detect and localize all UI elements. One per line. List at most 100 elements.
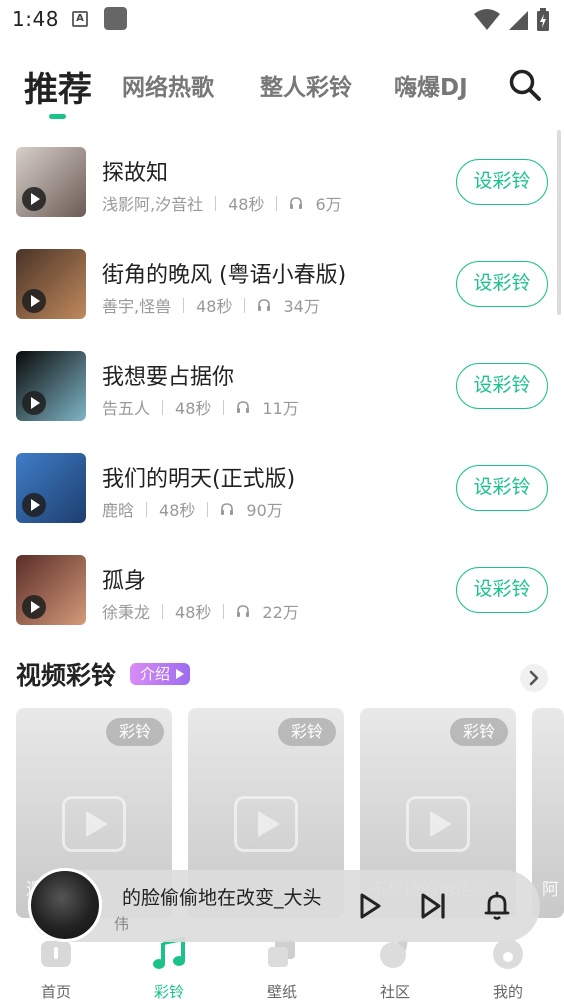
divider <box>223 603 225 619</box>
play-icon[interactable] <box>22 595 46 619</box>
video-placeholder-icon <box>406 796 470 852</box>
divider <box>207 501 209 517</box>
player-artist: 伟 <box>114 915 130 933</box>
wifi-icon <box>474 9 500 30</box>
song-artist: 鹿晗 <box>102 501 135 520</box>
video-placeholder-icon <box>62 796 126 852</box>
video-tag: 彩铃 <box>105 718 164 746</box>
nav-home[interactable]: 首页 <box>16 937 96 1002</box>
video-caption: 阿 <box>542 880 559 900</box>
song-artist: 徐秉龙 <box>102 603 151 622</box>
song-cover[interactable] <box>16 555 86 625</box>
profile-icon <box>493 939 523 969</box>
search-icon[interactable] <box>508 68 542 102</box>
song-cover[interactable] <box>16 249 86 319</box>
set-ringtone-button[interactable]: 设彩铃 <box>456 363 548 409</box>
song-meta: 告五人 48秒 11万 <box>102 395 299 419</box>
song-title: 我想要占据你 <box>102 365 235 390</box>
headphones-icon <box>237 605 250 617</box>
mini-player[interactable]: 的脸偷偷地在改变_大头 伟 <box>28 868 540 942</box>
scrollbar[interactable] <box>557 130 561 315</box>
song-duration: 48秒 <box>196 297 233 316</box>
song-artist: 善宇,怪兽 <box>102 297 172 316</box>
battery-icon <box>537 8 549 31</box>
play-icon[interactable] <box>22 493 46 517</box>
player-cover[interactable] <box>28 868 102 942</box>
song-title: 探故知 <box>102 161 169 186</box>
tab-prank-ringtones[interactable]: 整人彩铃 <box>260 68 352 102</box>
song-duration: 48秒 <box>159 501 196 520</box>
status-time: 1:48 <box>12 7 59 31</box>
song-duration: 48秒 <box>175 399 212 418</box>
song-title: 街角的晚风 (粤语小春版) <box>102 263 347 288</box>
song-meta: 善宇,怪兽 48秒 34万 <box>102 293 320 317</box>
divider <box>183 297 185 313</box>
tab-dj[interactable]: 嗨爆DJ <box>394 68 468 102</box>
song-title: 孤身 <box>102 569 147 594</box>
section-title: 视频彩铃 <box>16 661 117 690</box>
song-title: 我们的明天(正式版) <box>102 467 296 492</box>
song-plays: 22万 <box>262 603 299 622</box>
song-plays: 11万 <box>262 399 299 418</box>
video-placeholder-icon <box>234 796 298 852</box>
home-icon <box>41 941 71 967</box>
nav-community[interactable]: 社区 <box>355 937 435 1002</box>
divider <box>162 603 164 619</box>
song-meta: 浅影阿,汐音社 48秒 6万 <box>102 191 342 215</box>
wallpaper-icon <box>268 939 295 967</box>
divider <box>244 297 246 313</box>
song-meta: 徐秉龙 48秒 22万 <box>102 599 299 623</box>
headphones-icon <box>258 299 271 311</box>
headphones-icon <box>221 503 234 515</box>
community-icon <box>380 939 408 968</box>
set-ringtone-button[interactable]: 设彩铃 <box>456 261 548 307</box>
chevron-right-icon[interactable] <box>520 664 548 692</box>
nav-wallpaper[interactable]: 壁纸 <box>242 937 322 1002</box>
song-artist: 浅影阿,汐音社 <box>102 195 204 214</box>
song-plays: 90万 <box>246 501 283 520</box>
song-row[interactable]: 孤身 徐秉龙 48秒 22万 设彩铃 <box>0 542 564 644</box>
divider <box>223 399 225 415</box>
status-bar: 1:48 A <box>0 0 564 40</box>
song-cover[interactable] <box>16 351 86 421</box>
nav-profile[interactable]: 我的 <box>468 937 548 1002</box>
song-row[interactable]: 探故知 浅影阿,汐音社 48秒 6万 设彩铃 <box>0 134 564 236</box>
nav-label: 首页 <box>40 983 71 1001</box>
nav-ringtone[interactable]: 彩铃 <box>129 936 209 1002</box>
set-ringtone-button[interactable]: 设彩铃 <box>456 159 548 205</box>
next-track-icon[interactable] <box>418 891 448 921</box>
song-row[interactable]: 街角的晚风 (粤语小春版) 善宇,怪兽 48秒 34万 设彩铃 <box>0 236 564 338</box>
song-row[interactable]: 我们的明天(正式版) 鹿晗 48秒 90万 设彩铃 <box>0 440 564 542</box>
play-icon[interactable] <box>22 289 46 313</box>
notification-a-icon: A <box>72 11 88 27</box>
song-duration: 48秒 <box>175 603 212 622</box>
video-tag: 彩铃 <box>449 718 508 746</box>
divider <box>162 399 164 415</box>
player-song-title: 的脸偷偷地在改变_大头 <box>122 887 322 909</box>
song-cover[interactable] <box>16 147 86 217</box>
tab-network-hits[interactable]: 网络热歌 <box>122 68 214 102</box>
status-icons <box>474 8 550 32</box>
divider <box>276 195 278 211</box>
bell-icon[interactable] <box>482 891 512 921</box>
song-plays: 34万 <box>283 297 320 316</box>
song-cover[interactable] <box>16 453 86 523</box>
video-card[interactable]: 阿 <box>532 708 564 918</box>
song-row[interactable]: 我想要占据你 告五人 48秒 11万 设彩铃 <box>0 338 564 440</box>
tab-recommend[interactable]: 推荐 <box>24 62 92 111</box>
video-section-header: 视频彩铃 介绍 <box>16 656 191 692</box>
play-icon[interactable] <box>22 391 46 415</box>
play-icon[interactable] <box>22 187 46 211</box>
signal-icon <box>509 11 528 30</box>
intro-badge[interactable]: 介绍 <box>130 663 191 685</box>
set-ringtone-button[interactable]: 设彩铃 <box>456 567 548 613</box>
set-ringtone-button[interactable]: 设彩铃 <box>456 465 548 511</box>
song-duration: 48秒 <box>228 195 265 214</box>
headphones-icon <box>290 197 303 209</box>
nav-label: 彩铃 <box>153 983 184 1001</box>
play-icon[interactable] <box>354 891 384 921</box>
divider <box>215 195 217 211</box>
nav-label: 壁纸 <box>266 983 297 1001</box>
nav-label: 社区 <box>379 983 410 1001</box>
divider <box>146 501 148 517</box>
